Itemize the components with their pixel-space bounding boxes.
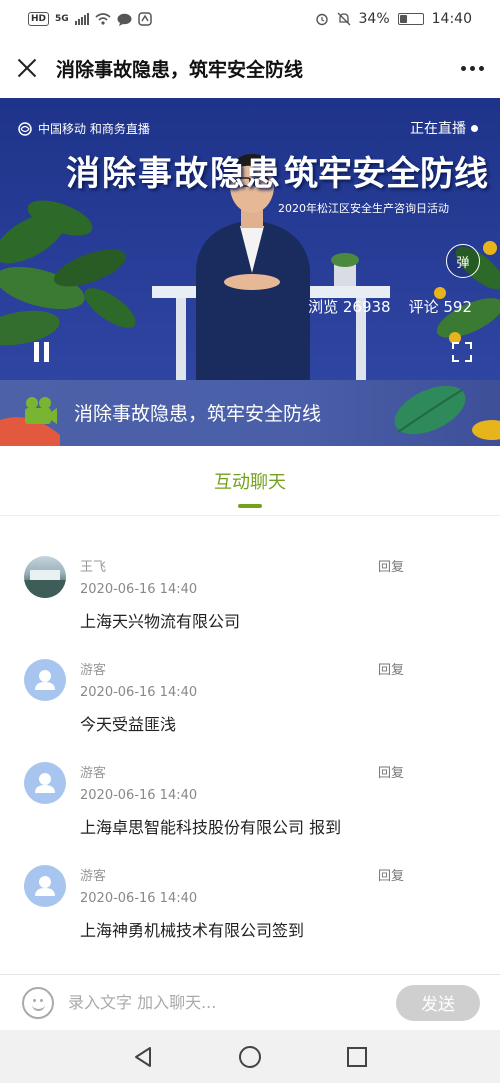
- sender-name: 游客: [80, 869, 107, 884]
- recents-icon[interactable]: [345, 1045, 369, 1069]
- pause-icon[interactable]: [34, 342, 49, 362]
- banner-title: 消除事故隐患，筑牢安全防线: [74, 403, 322, 425]
- live-label: 正在直播: [410, 121, 466, 137]
- list-item: 王飞 回复 2020-06-16 14:40 上海天兴物流有限公司: [0, 516, 500, 631]
- live-camera-icon: [25, 397, 57, 424]
- user-icon: [35, 670, 55, 690]
- battery-icon: [397, 13, 424, 25]
- brand-icon: [18, 121, 32, 136]
- title-bar: 消除事故隐患，筑牢安全防线: [0, 38, 500, 98]
- comment-count: 评论 592: [408, 298, 472, 316]
- danmu-label: 弹: [456, 255, 470, 271]
- waterfall-photo-icon: [24, 570, 66, 598]
- video-stats: 浏览 26938 评论 592: [308, 296, 472, 317]
- sender-name: 游客: [80, 766, 107, 781]
- user-icon: [35, 876, 55, 896]
- status-left: HD 5G: [28, 12, 152, 26]
- status-right: 34% 14:40: [315, 11, 472, 27]
- back-icon[interactable]: [131, 1045, 155, 1069]
- avatar: [24, 659, 66, 701]
- brand-label: 中国移动 和商务直播: [38, 122, 150, 136]
- battery-percent: 34%: [358, 11, 390, 27]
- message-time: 2020-06-16 14:40: [80, 582, 198, 597]
- chat-list[interactable]: 王飞 回复 2020-06-16 14:40 上海天兴物流有限公司 游客 回复 …: [0, 516, 500, 974]
- user-icon: [35, 773, 55, 793]
- message-time: 2020-06-16 14:40: [80, 788, 198, 803]
- list-item: 游客 回复 2020-06-16 14:40 上海神勇机械技术有限公司签到: [0, 825, 500, 940]
- tab-indicator: [238, 504, 262, 508]
- page-title: 消除事故隐患，筑牢安全防线: [56, 58, 304, 81]
- tab-bar: 互动聊天: [0, 446, 500, 516]
- hd-badge: HD: [28, 12, 50, 26]
- sender-name: 游客: [80, 663, 107, 678]
- mute-icon: [337, 12, 350, 26]
- avatar: [24, 865, 66, 907]
- avatar: [24, 762, 66, 804]
- chat-bubble-icon: [117, 13, 132, 26]
- send-button[interactable]: 发送: [396, 984, 480, 1021]
- brand-logo: 中国移动 和商务直播: [18, 120, 150, 137]
- reply-button[interactable]: 回复: [378, 865, 404, 884]
- alarm-icon: [315, 13, 328, 26]
- event-subtitle: 2020年松江区安全生产咨询日活动: [278, 202, 449, 215]
- live-title-banner: 消除事故隐患，筑牢安全防线: [0, 380, 500, 446]
- clock: 14:40: [431, 11, 472, 27]
- chat-input[interactable]: [66, 992, 396, 1013]
- danmu-toggle-button[interactable]: 弹: [446, 244, 480, 278]
- signal-icon: [74, 13, 89, 25]
- message-time: 2020-06-16 14:40: [80, 891, 198, 906]
- video-player[interactable]: 中国移动 和商务直播 消除事故隐患 筑牢安全防线 2020年松江区安全生产咨询日…: [0, 98, 500, 380]
- avatar: [24, 556, 66, 598]
- live-dot-icon: [471, 124, 478, 132]
- list-item: 游客 回复 2020-06-16 14:40 今天受益匪浅: [0, 619, 500, 734]
- status-bar: HD 5G 34% 14:40: [0, 0, 500, 38]
- banner-right-text: 筑牢安全防线: [284, 154, 488, 194]
- message-time: 2020-06-16 14:40: [80, 685, 198, 700]
- message-content: 上海神勇机械技术有限公司签到: [80, 921, 305, 940]
- chat-input-bar: 发送: [0, 974, 500, 1030]
- reply-button[interactable]: 回复: [378, 556, 404, 575]
- close-icon[interactable]: [16, 57, 38, 79]
- emoji-icon[interactable]: [22, 986, 54, 1019]
- home-icon[interactable]: [238, 1045, 262, 1069]
- banner-left-text: 消除事故隐患: [66, 154, 282, 194]
- app-notification-icon: [137, 12, 152, 26]
- tab-interactive-chat[interactable]: 互动聊天: [0, 468, 500, 494]
- network-badge: 5G: [55, 14, 69, 24]
- live-status: 正在直播: [410, 118, 478, 138]
- wifi-icon: [95, 13, 111, 25]
- system-nav-bar: [0, 1030, 500, 1083]
- sender-name: 王飞: [80, 560, 107, 575]
- reply-button[interactable]: 回复: [378, 659, 404, 678]
- video-scene: [0, 98, 500, 380]
- reply-button[interactable]: 回复: [378, 762, 404, 781]
- view-count: 浏览 26938: [308, 298, 391, 316]
- fullscreen-icon[interactable]: [452, 342, 472, 362]
- more-icon[interactable]: [454, 65, 484, 71]
- list-item: 游客 回复 2020-06-16 14:40 上海卓思智能科技股份有限公司 报到: [0, 722, 500, 837]
